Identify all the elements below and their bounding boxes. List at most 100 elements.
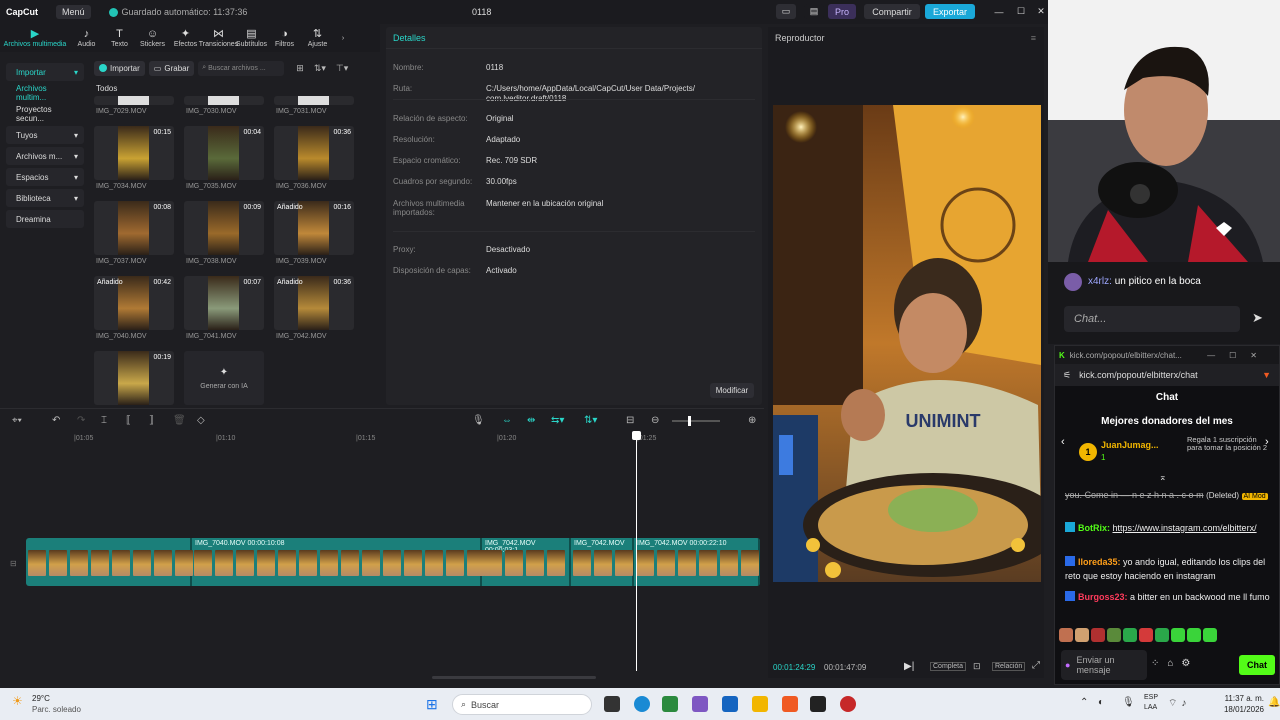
media-thumb[interactable]: 00:36 Añadido bbox=[274, 276, 354, 330]
nav-library[interactable]: Biblioteca ▾ bbox=[6, 189, 84, 207]
video-track[interactable]: IMG_7040.MOV 00:00:10:08 IMG_7042.MOV 00:… bbox=[26, 538, 760, 586]
media-thumb[interactable]: 00:08 bbox=[94, 201, 174, 255]
tab-4[interactable]: ✦ Efectos bbox=[169, 24, 202, 52]
tab-0[interactable]: ▶ Archivos multimedia bbox=[0, 24, 70, 52]
shield-icon[interactable]: ◇ bbox=[197, 415, 205, 426]
microphone-icon[interactable]: 🎙 bbox=[472, 415, 485, 426]
video-preview[interactable]: UNIMINT bbox=[773, 105, 1041, 582]
media-thumb-partial[interactable] bbox=[184, 96, 264, 105]
network-volume-icon[interactable]: ⌔♪ bbox=[1168, 697, 1190, 710]
chat-user[interactable]: BotRix: bbox=[1078, 523, 1110, 533]
timeline-clip[interactable]: IMG_7042.MOV 00:00:22:10 bbox=[634, 538, 760, 586]
chat-user[interactable]: lloreda35: bbox=[1078, 557, 1121, 567]
emote-icon[interactable] bbox=[1171, 628, 1185, 642]
nav-media[interactable]: Archivos multim... bbox=[6, 84, 84, 102]
redo-icon[interactable]: ↷ bbox=[77, 415, 85, 426]
playhead[interactable] bbox=[632, 431, 641, 671]
nav-subprojects[interactable]: Proyectos secun... bbox=[6, 105, 84, 123]
caption-icon[interactable]: ⊟ bbox=[626, 415, 634, 426]
nav-spaces[interactable]: Espacios ▾ bbox=[6, 168, 84, 186]
pin-icon[interactable]: ⌅ bbox=[1159, 472, 1167, 483]
tab-6[interactable]: ▤ Subtítulos bbox=[235, 24, 268, 52]
playhead-handle[interactable] bbox=[632, 431, 641, 440]
timeline-clip[interactable]: IMG_7040.MOV 00:00:10:08 bbox=[192, 538, 485, 586]
split-left-icon[interactable]: ⟦ bbox=[126, 415, 131, 426]
nav-dreamina[interactable]: Dreamina bbox=[6, 210, 84, 228]
export-button[interactable]: Exportar bbox=[925, 4, 975, 19]
select-tool-icon[interactable]: ⌖▾ bbox=[12, 415, 22, 426]
chat-text[interactable]: https://www.instagram.com/elbitterx/ bbox=[1113, 523, 1257, 533]
emote-icon[interactable] bbox=[1203, 628, 1217, 642]
grid-view-icon[interactable]: ⊞ bbox=[296, 63, 304, 74]
tray-chevron-icon[interactable]: ⌃ bbox=[1080, 697, 1088, 708]
share-button[interactable]: Compartir bbox=[864, 4, 920, 19]
chevron-left-icon[interactable]: ‹ bbox=[1061, 436, 1065, 448]
clock-time[interactable]: 11:37 a. m. bbox=[1208, 694, 1264, 703]
media-thumb-partial[interactable] bbox=[94, 96, 174, 105]
zoom-out-icon[interactable]: ⊖ bbox=[651, 415, 659, 426]
tab-7[interactable]: ◑ Filtros bbox=[268, 24, 301, 52]
media-thumb[interactable]: 00:42 Añadido bbox=[94, 276, 174, 330]
undo-icon[interactable]: ↶ bbox=[52, 415, 60, 426]
address-bar[interactable]: ⚟ kick.com/popout/elbitterx/chat ▼ bbox=[1055, 364, 1279, 386]
store-icon[interactable] bbox=[662, 696, 678, 712]
shortcuts-icon[interactable]: ▤ bbox=[804, 4, 824, 19]
obs-icon[interactable] bbox=[840, 696, 856, 712]
emote-icon[interactable] bbox=[1107, 628, 1121, 642]
snapshot-icon[interactable]: ⊡ bbox=[973, 661, 981, 672]
windows-start-icon[interactable]: ⊞ bbox=[426, 696, 438, 713]
emote-icon[interactable] bbox=[1091, 628, 1105, 642]
emote-icon[interactable] bbox=[1139, 628, 1153, 642]
tab-3[interactable]: ☺ Stickers bbox=[136, 24, 169, 52]
emote-icon[interactable] bbox=[1075, 628, 1089, 642]
media-thumb[interactable]: 00:16 Añadido bbox=[274, 201, 354, 255]
weather-text[interactable]: Parc. soleado bbox=[32, 705, 81, 714]
pro-button[interactable]: Pro bbox=[828, 4, 856, 19]
track-lock-icon[interactable]: ⊟ bbox=[10, 559, 17, 568]
media-thumb[interactable]: 00:09 bbox=[184, 201, 264, 255]
media-thumb[interactable]: 00:19 bbox=[94, 351, 174, 405]
generate-ai-button[interactable]: ✦ Generar con IA bbox=[184, 351, 264, 405]
chevron-right-icon[interactable]: › bbox=[1265, 436, 1269, 448]
chat-input[interactable]: Chat... bbox=[1064, 306, 1240, 332]
menu-button[interactable]: Menú bbox=[56, 5, 91, 19]
preview-axis-icon[interactable]: ⇅▾ bbox=[584, 415, 597, 426]
tab-5[interactable]: ⋈ Transiciones bbox=[199, 24, 238, 52]
lang-primary[interactable]: ESP bbox=[1144, 694, 1158, 701]
split-right-icon[interactable]: ⟧ bbox=[149, 415, 154, 426]
delete-icon[interactable]: 🗑 bbox=[173, 415, 186, 426]
ratio-button[interactable]: Relación bbox=[992, 662, 1026, 671]
close-icon[interactable]: ✕ bbox=[1034, 4, 1048, 19]
play-icon[interactable]: ▶| bbox=[904, 661, 914, 672]
chat-user[interactable]: Burgoss23: bbox=[1078, 592, 1128, 602]
tab-2[interactable]: T Texto bbox=[103, 24, 136, 52]
zoom-slider[interactable] bbox=[672, 416, 720, 426]
timeline-clip[interactable] bbox=[26, 538, 193, 586]
edge-icon[interactable] bbox=[634, 696, 650, 712]
split-icon[interactable]: ⌶ bbox=[101, 415, 107, 426]
magnet-icon[interactable]: ⇹ bbox=[527, 415, 535, 426]
zoom-slider-handle[interactable] bbox=[688, 416, 691, 426]
import-nav[interactable]: Importar ▾ bbox=[6, 63, 84, 81]
filter-icon[interactable]: ⊤▾ bbox=[336, 63, 348, 74]
notification-icon[interactable]: 🔔 bbox=[1268, 697, 1280, 708]
nav-yours[interactable]: Tuyos ▾ bbox=[6, 126, 84, 144]
clock-date[interactable]: 18/01/2026 bbox=[1208, 705, 1264, 714]
tabs-more-icon[interactable]: › bbox=[334, 24, 352, 52]
media-thumb[interactable]: 00:07 bbox=[184, 276, 264, 330]
filter-all[interactable]: Todos bbox=[96, 84, 117, 93]
link-icon[interactable]: ⇔ bbox=[502, 415, 512, 426]
tab-1[interactable]: ♪ Audio bbox=[70, 24, 103, 52]
zoom-in-icon[interactable]: ⊕ bbox=[748, 415, 756, 426]
media-thumb[interactable]: 00:36 bbox=[274, 126, 354, 180]
weather-temp[interactable]: 29°C bbox=[32, 694, 50, 703]
fullscreen-icon[interactable]: ⤢ bbox=[1032, 660, 1040, 671]
tray-app-icon[interactable]: ◐ bbox=[1098, 697, 1104, 708]
minimize-icon[interactable]: — bbox=[992, 4, 1006, 19]
capcut-icon[interactable] bbox=[810, 696, 826, 712]
lang-secondary[interactable]: LAA bbox=[1144, 704, 1157, 711]
menu-icon[interactable]: ≡ bbox=[1031, 33, 1036, 43]
tray-mic-icon[interactable]: 🎙 bbox=[1122, 697, 1135, 708]
chat-tools-icon[interactable]: ⁘⌂⚙ bbox=[1151, 658, 1198, 669]
window-controls-icon[interactable]: —☐✕ bbox=[1207, 351, 1271, 360]
